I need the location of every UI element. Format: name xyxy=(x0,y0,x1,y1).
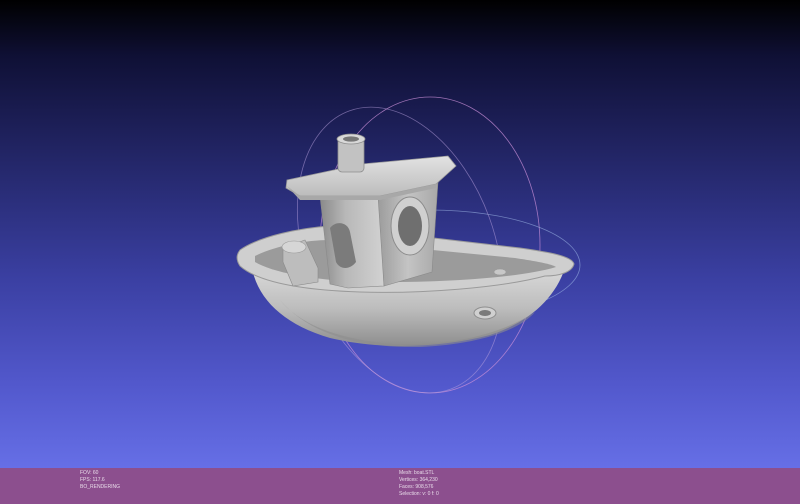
mesh-name-text: Mesh: boat.STL xyxy=(399,470,435,476)
status-bar: FOV: 60 FPS: 117.6 BO_RENDERING Mesh: bo… xyxy=(0,468,800,504)
vertices-text: Vertices: 364,230 xyxy=(399,477,438,483)
meshlab-viewer: FOV: 60 FPS: 117.6 BO_RENDERING Mesh: bo… xyxy=(0,0,800,504)
faces-text: Faces: 908,576 xyxy=(399,484,434,490)
fov-text: FOV: 60 xyxy=(80,470,99,476)
selection-text: Selection: v: 0 f: 0 xyxy=(399,491,439,497)
render-mode-text: BO_RENDERING xyxy=(80,484,121,490)
fps-text: FPS: 117.6 xyxy=(80,477,105,483)
mesh-render[interactable] xyxy=(0,0,800,468)
render-info: FOV: 60 FPS: 117.6 BO_RENDERING xyxy=(80,470,120,491)
3d-viewport[interactable] xyxy=(0,0,800,468)
mesh-info: Mesh: boat.STL Vertices: 364,230 Faces: … xyxy=(399,470,439,498)
